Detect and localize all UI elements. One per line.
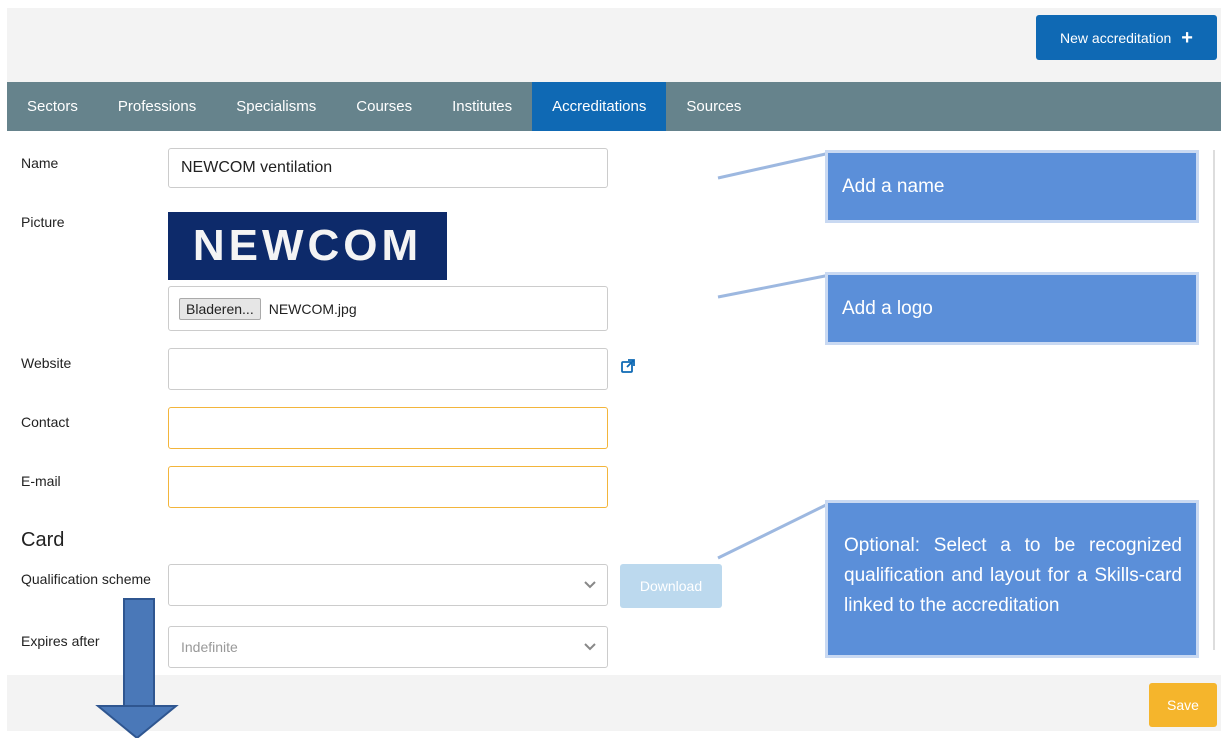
logo-hint-text: Add a logo xyxy=(842,297,933,319)
down-arrow-icon xyxy=(95,598,179,738)
logo-hint-callout: Add a logo xyxy=(828,275,1196,342)
name-hint-callout: Add a name xyxy=(828,153,1196,220)
card-hint-callout: Optional: Select a to be recognized qual… xyxy=(828,503,1196,655)
card-hint-text: Optional: Select a to be recognized qual… xyxy=(844,535,1182,616)
name-hint-text: Add a name xyxy=(842,175,945,197)
